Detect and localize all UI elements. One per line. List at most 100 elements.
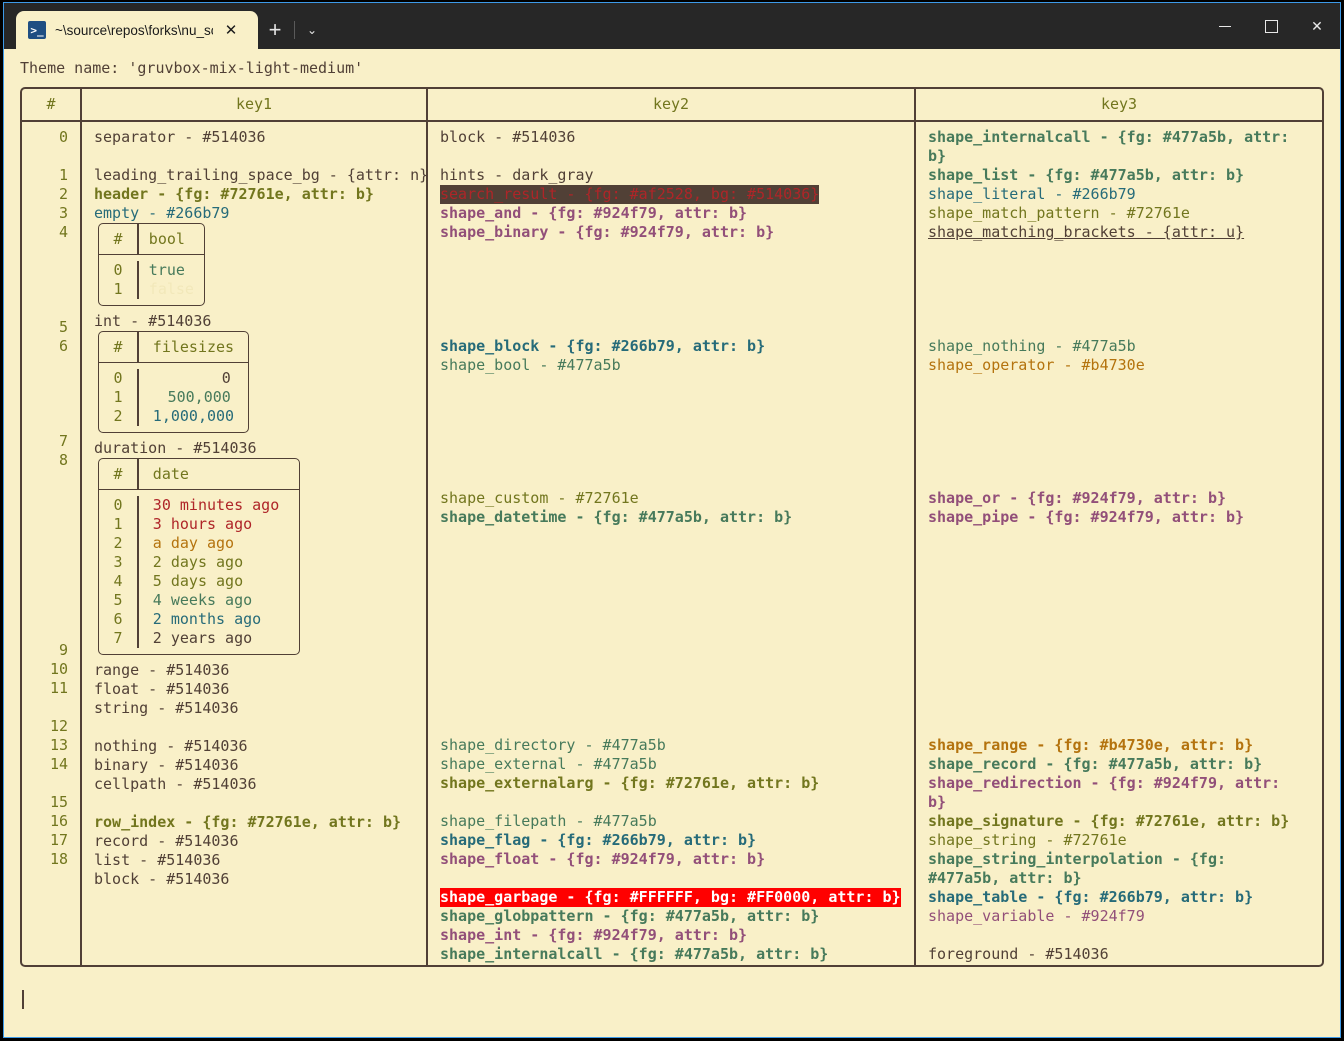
- key3-blank: [928, 280, 1322, 299]
- filesizes-table-row-value: 0: [221, 369, 231, 387]
- key3-line: shape_operator - #b4730e: [928, 356, 1145, 374]
- bool-table-body: 01 true false: [99, 255, 204, 305]
- key2-line: shape_and - {fg: #924f79, attr: b}: [440, 204, 748, 222]
- key2-blank: [440, 869, 914, 888]
- terminal-content[interactable]: Theme name: 'gruvbox-mix-light-medium' #…: [4, 49, 1340, 1037]
- key2-line: shape_datetime - {fg: #477a5b, attr: b}: [440, 508, 793, 526]
- key1-line: nothing - #514036: [94, 737, 248, 755]
- key1-blank: [94, 718, 426, 737]
- filesizes-table-row-value: 1,000,000: [152, 407, 235, 425]
- bool-table: # bool 01 true false: [98, 223, 205, 306]
- key1-line: empty - #266b79: [94, 204, 230, 222]
- row-index: [22, 280, 68, 299]
- key1-line: int - #514036: [94, 312, 212, 330]
- table-header-row: # key1 key2 key3: [22, 89, 1322, 122]
- key3-line: shape_signature - {fg: #72761e, attr: b}: [928, 812, 1290, 830]
- bool-table-row-index: 1: [113, 280, 123, 298]
- key2-line: shape_block - {fg: #266b79, attr: b}: [440, 337, 766, 355]
- filesizes-table-row-index: 0: [113, 369, 123, 387]
- key2-blank: [440, 641, 914, 660]
- row-index: 11: [49, 679, 68, 697]
- row-index: 0: [58, 128, 68, 146]
- row-index: [22, 603, 68, 622]
- filesizes-header-index: #: [113, 337, 123, 356]
- row-index: 6: [58, 337, 68, 355]
- key3-blank: [928, 394, 1322, 413]
- row-index: [22, 527, 68, 546]
- key2-line: shape_globpattern - {fg: #477a5b, attr: …: [440, 907, 820, 925]
- key1-line: block - #514036: [94, 870, 230, 888]
- row-index: [22, 508, 68, 527]
- key3-blank: [928, 622, 1322, 641]
- key2-blank: [440, 280, 914, 299]
- row-index: 14: [49, 755, 68, 773]
- close-icon[interactable]: ✕: [222, 21, 240, 39]
- row-index: 16: [49, 812, 68, 830]
- key2-highlighted-line: search_result - {fg: #af2528, bg: #51403…: [440, 185, 914, 204]
- bool-table-header: # bool: [99, 224, 204, 255]
- cell-key1: separator - #514036 leading_trailing_spac…: [82, 122, 426, 965]
- key3-blank: [928, 527, 1322, 546]
- powershell-icon: >_: [28, 21, 46, 39]
- row-index: 7: [58, 432, 68, 450]
- date-table-row-value: 3 hours ago: [152, 515, 253, 533]
- title-bar: >_ ~\source\repos\forks\nu_scrip ✕ + ⌄ ✕: [4, 3, 1340, 49]
- key3-line: b}: [928, 793, 947, 811]
- key2-blank: [440, 394, 914, 413]
- key1-line: record - #514036: [94, 832, 239, 850]
- key2-line: shape_directory - #477a5b: [440, 736, 666, 754]
- row-index: 15: [49, 793, 68, 811]
- key3-blank: [928, 717, 1322, 736]
- tab-separator: [294, 21, 295, 39]
- key3-blank: [928, 451, 1322, 470]
- key1-line: separator - #514036: [94, 128, 266, 146]
- row-index: 12: [49, 717, 68, 735]
- row-index-column: 0 1 2 3 4 5 6 7 8 9 10 11 12 13 14 15 16 17 18: [22, 122, 80, 965]
- key2-blank: [440, 679, 914, 698]
- close-button[interactable]: ✕: [1294, 3, 1340, 49]
- terminal-tab[interactable]: >_ ~\source\repos\forks\nu_scrip ✕: [16, 11, 258, 49]
- key1-line: string - #514036: [94, 699, 239, 717]
- row-index: [22, 489, 68, 508]
- minimize-button[interactable]: [1202, 3, 1248, 49]
- date-header-value: date: [152, 464, 189, 483]
- key2-line: shape_binary - {fg: #924f79, attr: b}: [440, 223, 775, 241]
- key3-blank: [928, 926, 1322, 945]
- key2-blank: [440, 622, 914, 641]
- new-tab-button[interactable]: +: [258, 11, 292, 49]
- key3-blank: [928, 432, 1322, 451]
- cell-key2: block - #514036 hints - dark_gray search_r…: [428, 122, 914, 965]
- key3-line: shape_or - {fg: #924f79, attr: b}: [928, 489, 1227, 507]
- row-index: [22, 299, 68, 318]
- key2-line: shape_flag - {fg: #266b79, attr: b}: [440, 831, 757, 849]
- filesizes-table-row-value: 500,000: [167, 388, 231, 406]
- key2-line: shape_filepath - #477a5b: [440, 812, 657, 830]
- row-index: 17: [49, 831, 68, 849]
- date-table-row-index: 5: [113, 591, 123, 609]
- row-index: [22, 546, 68, 565]
- column-header-index: #: [46, 95, 56, 113]
- row-index: 3: [58, 204, 68, 222]
- key3-blank: [928, 698, 1322, 717]
- key2-blank: [440, 318, 914, 337]
- date-table-row-index: 0: [113, 496, 123, 514]
- row-index: [22, 261, 68, 280]
- key2-line: shape_custom - #72761e: [440, 489, 639, 507]
- key2-blank: [440, 375, 914, 394]
- key3-line: shape_literal - #266b79: [928, 185, 1136, 203]
- key3-blank: [928, 413, 1322, 432]
- chevron-down-icon[interactable]: ⌄: [297, 11, 327, 49]
- maximize-button[interactable]: [1248, 3, 1294, 49]
- key3-line: shape_list - {fg: #477a5b, attr: b}: [928, 166, 1245, 184]
- key2-blank: [440, 698, 914, 717]
- row-index: [22, 356, 68, 375]
- key3-blank: [928, 679, 1322, 698]
- key1-blank: [94, 794, 426, 813]
- filesizes-table-header: # filesizes: [99, 332, 249, 363]
- key2-blank: [440, 527, 914, 546]
- key3-blank: [928, 318, 1322, 337]
- date-table-row-index: 4: [113, 572, 123, 590]
- key2-blank: [440, 470, 914, 489]
- key1-line: leading_trailing_space_bg - {attr: n}: [94, 166, 426, 184]
- key1-line: float - #514036: [94, 680, 230, 698]
